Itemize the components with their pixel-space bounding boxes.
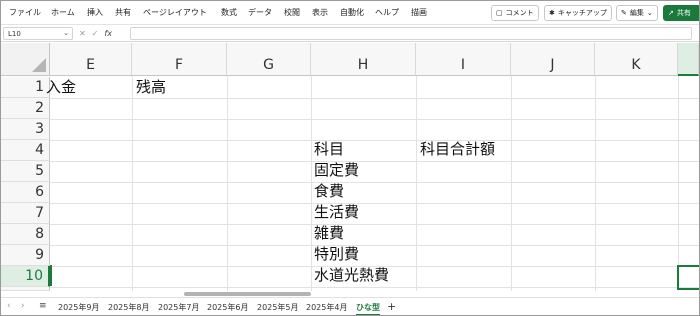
menu-page-layout[interactable]: ページレイアウト xyxy=(143,7,207,18)
chevron-left-icon[interactable]: ‹ xyxy=(7,301,11,311)
cell-h7[interactable]: 特別費 xyxy=(314,244,359,265)
ribbon-menu-bar: ファイル ホーム 挿入 共有 ページレイアウト 数式 データ 校閲 表示 自動化… xyxy=(1,1,699,25)
cell-h3[interactable]: 固定費 xyxy=(314,160,359,181)
name-box-value: L10 xyxy=(8,30,21,38)
grid-line xyxy=(416,76,417,291)
column-header-f[interactable]: F xyxy=(132,43,227,76)
menu-automate[interactable]: 自動化 xyxy=(340,7,364,18)
confirm-icon[interactable]: ✓ xyxy=(92,29,99,38)
row-selection-marker xyxy=(50,265,52,286)
grid-line xyxy=(678,76,679,291)
column-header-k[interactable]: K xyxy=(595,43,678,76)
grid-line xyxy=(50,287,699,288)
menu-review[interactable]: 校閲 xyxy=(284,7,300,18)
edit-mode-button[interactable]: ✎ 編集 ⌄ xyxy=(616,5,658,21)
sheet-tab-2025-07[interactable]: 2025年7月 xyxy=(158,302,199,313)
comment-button[interactable]: ▢ コメント xyxy=(491,5,539,21)
excel-window: ファイル ホーム 挿入 共有 ページレイアウト 数式 データ 校閲 表示 自動化… xyxy=(0,0,700,316)
cell-h5[interactable]: 生活費 xyxy=(314,202,359,223)
chevron-down-icon: ⌄ xyxy=(646,9,653,17)
row-header-7[interactable]: 7 xyxy=(1,203,50,224)
grid-line xyxy=(311,76,312,291)
row-header-4[interactable]: 4 xyxy=(1,140,50,161)
catchup-icon: ✱ xyxy=(549,9,555,17)
catchup-button[interactable]: ✱ キャッチアップ xyxy=(544,5,612,21)
menu-file[interactable]: ファイル xyxy=(9,7,41,18)
scrollbar-thumb[interactable] xyxy=(184,292,311,296)
grid-line xyxy=(50,182,699,183)
cell-h6[interactable]: 雑費 xyxy=(314,223,344,244)
sheet-tab-2025-08[interactable]: 2025年8月 xyxy=(108,302,149,313)
select-all-corner[interactable] xyxy=(1,43,50,76)
menu-formulas[interactable]: 数式 xyxy=(221,7,237,18)
menu-help[interactable]: ヘルプ xyxy=(375,7,399,18)
grid-line xyxy=(50,140,699,141)
chevron-right-icon[interactable]: › xyxy=(21,301,25,311)
formula-input[interactable] xyxy=(130,27,692,40)
grid-line xyxy=(132,76,133,291)
row-header-5[interactable]: 5 xyxy=(1,161,50,182)
grid-line xyxy=(50,119,699,120)
catchup-button-label: キャッチアップ xyxy=(557,9,607,17)
share-button-label: 共有 xyxy=(676,9,691,17)
cell-f1[interactable]: 残高 xyxy=(136,77,166,98)
spreadsheet-grid: E F G H I J K 1 2 3 4 5 6 7 8 9 10 入金 残高… xyxy=(1,43,699,291)
menu-share[interactable]: 共有 xyxy=(115,7,131,18)
column-header-j[interactable]: J xyxy=(511,43,595,76)
comment-icon: ▢ xyxy=(496,9,503,17)
sheet-tab-2025-06[interactable]: 2025年6月 xyxy=(207,302,248,313)
active-cell-l10[interactable] xyxy=(677,265,699,290)
pencil-icon: ✎ xyxy=(621,9,627,17)
grid-line xyxy=(50,203,699,204)
formula-icons: ✕ ✓ fx xyxy=(79,27,112,40)
column-header-g[interactable]: G xyxy=(227,43,311,76)
sheet-tab-2025-05[interactable]: 2025年5月 xyxy=(257,302,298,313)
column-header-l[interactable] xyxy=(678,43,699,76)
chevron-down-icon[interactable]: ⌄ xyxy=(63,29,69,37)
menu-insert[interactable]: 挿入 xyxy=(87,7,103,18)
menu-home[interactable]: ホーム xyxy=(51,7,75,18)
grid-line xyxy=(50,98,699,99)
row-header-3[interactable]: 3 xyxy=(1,119,50,140)
cell-i2[interactable]: 科目合計額 xyxy=(420,139,495,160)
name-box[interactable]: L10 ⌄ xyxy=(3,27,73,40)
sheet-tab-2025-09[interactable]: 2025年9月 xyxy=(58,302,99,313)
menu-data[interactable]: データ xyxy=(248,7,272,18)
formula-bar: L10 ⌄ ✕ ✓ fx xyxy=(1,25,699,42)
grid-line xyxy=(50,245,699,246)
grid-line xyxy=(50,224,699,225)
menu-draw[interactable]: 描画 xyxy=(411,7,427,18)
grid-line xyxy=(50,161,699,162)
menu-view[interactable]: 表示 xyxy=(312,7,328,18)
cell-e1[interactable]: 入金 xyxy=(46,77,132,98)
grid-line xyxy=(595,76,596,291)
row-header-9[interactable]: 9 xyxy=(1,245,50,266)
row-header-10[interactable]: 10 xyxy=(1,266,50,287)
share-button[interactable]: ↗ 共有 xyxy=(663,5,699,21)
row-header-8[interactable]: 8 xyxy=(1,224,50,245)
cell-e1-text: 入金 xyxy=(46,78,77,96)
row-header-2[interactable]: 2 xyxy=(1,98,50,119)
share-icon: ↗ xyxy=(668,9,674,17)
sheet-tab-bar: ‹ › ≡ 2025年9月 2025年8月 2025年7月 2025年6月 20… xyxy=(1,297,699,315)
cancel-icon[interactable]: ✕ xyxy=(79,29,86,38)
add-sheet-icon[interactable]: + xyxy=(387,300,396,313)
cell-h2[interactable]: 科目 xyxy=(314,139,344,160)
grid-line xyxy=(511,76,512,291)
row-header-1[interactable]: 1 xyxy=(1,77,50,98)
sheet-list-icon[interactable]: ≡ xyxy=(39,301,47,311)
fx-icon[interactable]: fx xyxy=(104,29,112,38)
sheet-tab-template[interactable]: ひな型 xyxy=(356,302,380,315)
row-header-6[interactable]: 6 xyxy=(1,182,50,203)
cell-h8[interactable]: 水道光熱費 xyxy=(314,265,389,286)
edit-button-label: 編集 xyxy=(629,9,644,17)
grid-line xyxy=(227,76,228,291)
cell-h4[interactable]: 食費 xyxy=(314,181,344,202)
column-header-h[interactable]: H xyxy=(311,43,416,76)
comment-button-label: コメント xyxy=(505,9,534,17)
column-header-i[interactable]: I xyxy=(416,43,511,76)
sheet-tab-2025-04[interactable]: 2025年4月 xyxy=(306,302,347,313)
column-header-e[interactable]: E xyxy=(50,43,132,76)
